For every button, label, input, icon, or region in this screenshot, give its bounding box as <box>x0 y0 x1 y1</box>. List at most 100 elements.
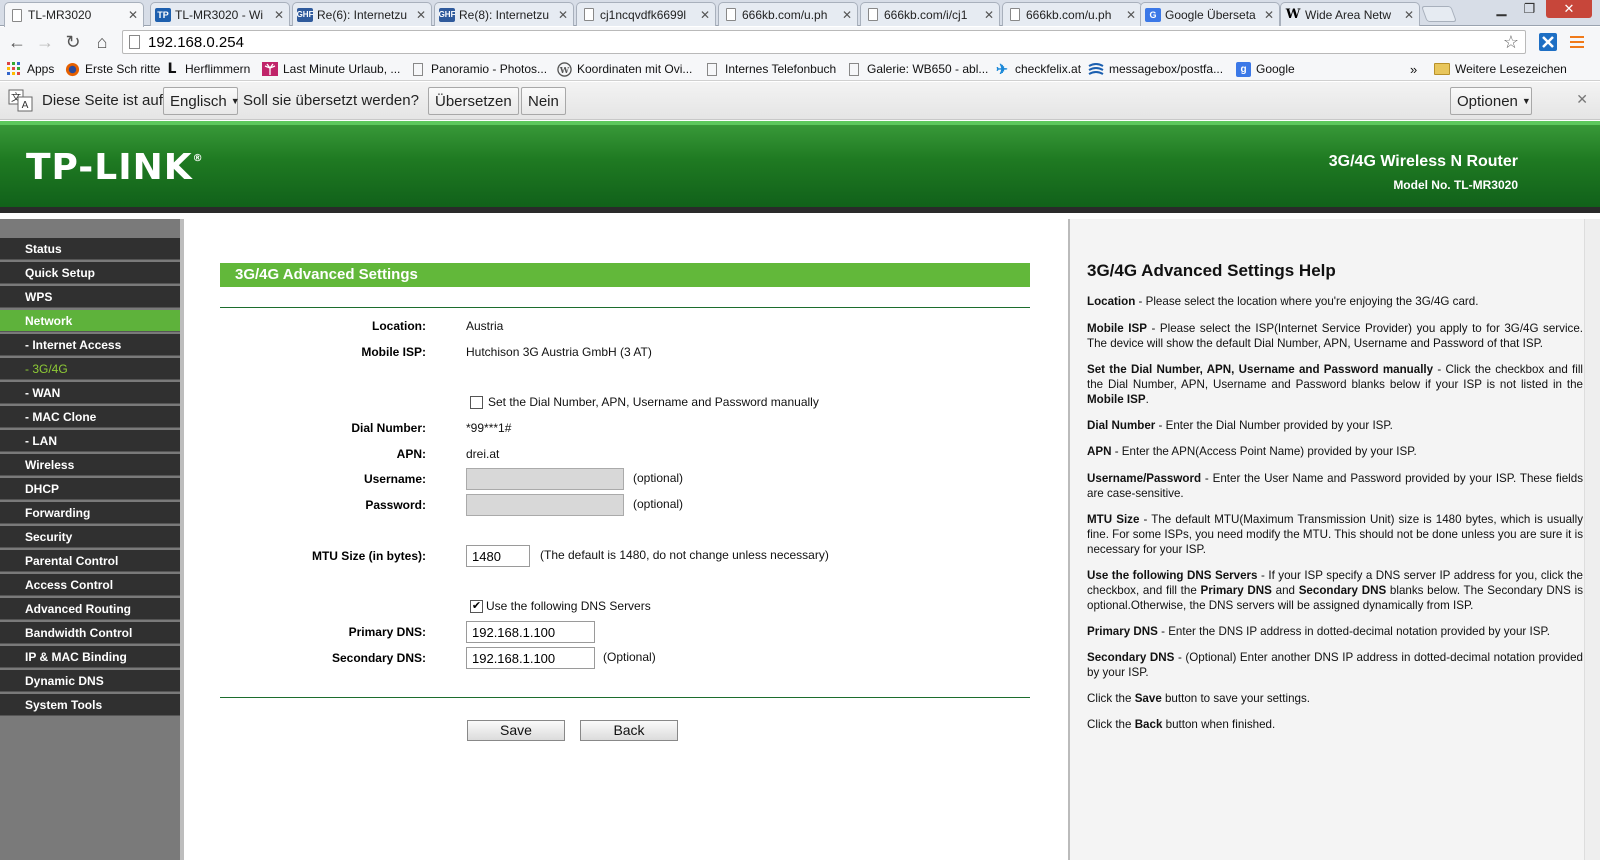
dns-servers-checkbox[interactable]: ✔ <box>470 600 483 613</box>
scrollbar[interactable] <box>1584 219 1600 860</box>
page-icon <box>413 62 423 76</box>
menu-wan[interactable]: - WAN <box>0 382 180 404</box>
close-icon[interactable]: ✕ <box>415 8 427 22</box>
help-apn: APN - Enter the APN(Access Point Name) p… <box>1087 444 1583 459</box>
extension-icon[interactable] <box>1538 32 1558 52</box>
more-bookmarks-chevron[interactable]: » <box>1410 60 1417 78</box>
page-icon <box>129 35 140 49</box>
other-bookmarks-folder[interactable]: Weitere Lesezeichen <box>1434 60 1567 78</box>
tab-title: TL-MR3020 - Wi <box>175 7 264 22</box>
menu-dynamic-dns[interactable]: Dynamic DNS <box>0 670 180 692</box>
tab-tl-mr3020[interactable]: TL-MR3020 ✕ <box>4 2 144 27</box>
tab-wikipedia[interactable]: W Wide Area Netw ✕ <box>1280 2 1420 26</box>
menu-advanced-routing[interactable]: Advanced Routing <box>0 598 180 620</box>
username-field[interactable] <box>466 468 624 490</box>
address-bar[interactable]: 192.168.0.254 ☆ <box>122 30 1526 54</box>
tab-strip: TL-MR3020 ✕ TP TL-MR3020 - Wi ✕ GHF Re(6… <box>0 0 1600 27</box>
menu-forwarding[interactable]: Forwarding <box>0 502 180 524</box>
manual-settings-checkbox[interactable] <box>470 396 483 409</box>
tab-666kb-1[interactable]: 666kb.com/u.ph ✕ <box>718 2 858 26</box>
tp-link-logo: TP-LINK® <box>26 147 204 188</box>
close-icon[interactable]: ✕ <box>273 8 285 22</box>
close-icon[interactable]: ✕ <box>1263 8 1275 22</box>
back-arrow-icon[interactable]: ← <box>5 31 29 53</box>
bookmark-erste-schritte[interactable]: Erste Sch ritte <box>64 60 160 78</box>
password-field[interactable] <box>466 494 624 516</box>
close-infobar-icon[interactable]: ✕ <box>1576 91 1588 108</box>
menu-internet-access[interactable]: - Internet Access <box>0 334 180 356</box>
menu-lan[interactable]: - LAN <box>0 430 180 452</box>
tab-666kb-2[interactable]: 666kb.com/i/cj1 ✕ <box>860 2 1000 26</box>
menu-system-tools[interactable]: System Tools <box>0 694 180 716</box>
primary-dns-field[interactable] <box>466 621 595 643</box>
menu-wireless[interactable]: Wireless <box>0 454 180 476</box>
tab-google-translate[interactable]: G Google Überseta ✕ <box>1140 2 1280 26</box>
bookmark-apps[interactable]: Apps <box>6 60 54 78</box>
close-icon[interactable]: ✕ <box>1125 8 1137 22</box>
tab-re8[interactable]: GHF Re(8): Internetzu ✕ <box>434 2 574 26</box>
new-tab-button[interactable] <box>1421 6 1457 22</box>
tab-title: Re(8): Internetzu <box>459 7 550 22</box>
help-panel: 3G/4G Advanced Settings Help Location - … <box>1068 219 1600 860</box>
tab-tl-mr3020-wiki[interactable]: TP TL-MR3020 - Wi ✕ <box>150 2 290 26</box>
reload-icon[interactable]: ↻ <box>61 31 85 53</box>
bookmark-herflimmern[interactable]: L Herflimmern <box>164 60 251 78</box>
menu-ip-mac-binding[interactable]: IP & MAC Binding <box>0 646 180 668</box>
forward-arrow-icon[interactable]: → <box>33 31 57 53</box>
close-icon[interactable]: ✕ <box>557 8 569 22</box>
bookmark-label: Apps <box>27 62 55 76</box>
menu-parental-control[interactable]: Parental Control <box>0 550 180 572</box>
bookmark-checkfelix[interactable]: ✈ checkfelix.at <box>994 60 1081 78</box>
home-icon[interactable]: ⌂ <box>90 31 114 53</box>
menu-mac-clone[interactable]: - MAC Clone <box>0 406 180 428</box>
bookmark-star-icon[interactable]: ☆ <box>1503 31 1519 53</box>
close-icon[interactable]: ✕ <box>841 8 853 22</box>
menu-security[interactable]: Security <box>0 526 180 548</box>
back-button[interactable]: Back <box>580 720 678 741</box>
translate-button[interactable]: Übersetzen <box>428 87 519 115</box>
bookmark-panoramio[interactable]: Panoramio - Photos... <box>410 60 547 78</box>
menu-network[interactable]: Network <box>0 310 180 332</box>
translate-icon: 文A <box>8 88 34 114</box>
menu-wps[interactable]: WPS <box>0 286 180 308</box>
menu-icon[interactable] <box>1568 34 1588 54</box>
bookmark-telefonbuch[interactable]: Internes Telefonbuch <box>704 60 836 78</box>
menu-access-control[interactable]: Access Control <box>0 574 180 596</box>
close-icon[interactable]: ✕ <box>127 8 139 22</box>
secondary-dns-field[interactable] <box>466 647 595 669</box>
tab-666kb-3[interactable]: 666kb.com/u.ph ✕ <box>1002 2 1142 26</box>
page-icon <box>849 62 859 76</box>
help-manual: Set the Dial Number, APN, Username and P… <box>1087 362 1583 407</box>
divider <box>220 697 1030 698</box>
window-close-icon[interactable]: ✕ <box>1546 0 1592 18</box>
bookmark-galerie[interactable]: Galerie: WB650 - abl... <box>846 60 988 78</box>
apps-icon <box>6 61 22 77</box>
chevron-down-icon: ▼ <box>1521 96 1531 106</box>
language-select[interactable]: Englisch ▼ <box>163 87 240 115</box>
folder-icon <box>1434 63 1450 75</box>
menu-3g-4g[interactable]: - 3G/4G <box>0 358 180 380</box>
menu-dhcp[interactable]: DHCP <box>0 478 180 500</box>
close-icon[interactable]: ✕ <box>699 8 711 22</box>
close-icon[interactable]: ✕ <box>983 8 995 22</box>
close-icon[interactable]: ✕ <box>1403 8 1415 22</box>
bookmark-messagebox[interactable]: messagebox/postfa... <box>1088 60 1223 78</box>
no-translate-button[interactable]: Nein <box>521 87 566 115</box>
save-button[interactable]: Save <box>467 720 565 741</box>
help-secondary-dns: Secondary DNS - (Optional) Enter another… <box>1087 650 1583 680</box>
minimize-icon[interactable]: ▁ <box>1488 0 1515 18</box>
options-button[interactable]: Optionen ▼ <box>1450 87 1532 115</box>
bookmark-last-minute[interactable]: Last Minute Urlaub, ... <box>262 60 400 78</box>
tab-cj1ncq[interactable]: cj1ncqvdfk6699l ✕ <box>576 2 716 26</box>
ghf-icon: GHF <box>297 7 313 22</box>
menu-quick-setup[interactable]: Quick Setup <box>0 262 180 284</box>
bookmark-google[interactable]: g Google <box>1236 60 1295 78</box>
menu-status[interactable]: Status <box>0 238 180 260</box>
username-label: Username: <box>363 472 426 486</box>
tab-re6[interactable]: GHF Re(6): Internetzu ✕ <box>292 2 432 26</box>
mtu-field[interactable] <box>466 545 530 567</box>
bookmark-koordinaten[interactable]: W Koordinaten mit Ovi... <box>556 60 692 78</box>
menu-bandwidth-control[interactable]: Bandwidth Control <box>0 622 180 644</box>
page-icon <box>868 8 878 21</box>
restore-icon[interactable]: ❐ <box>1516 0 1543 18</box>
